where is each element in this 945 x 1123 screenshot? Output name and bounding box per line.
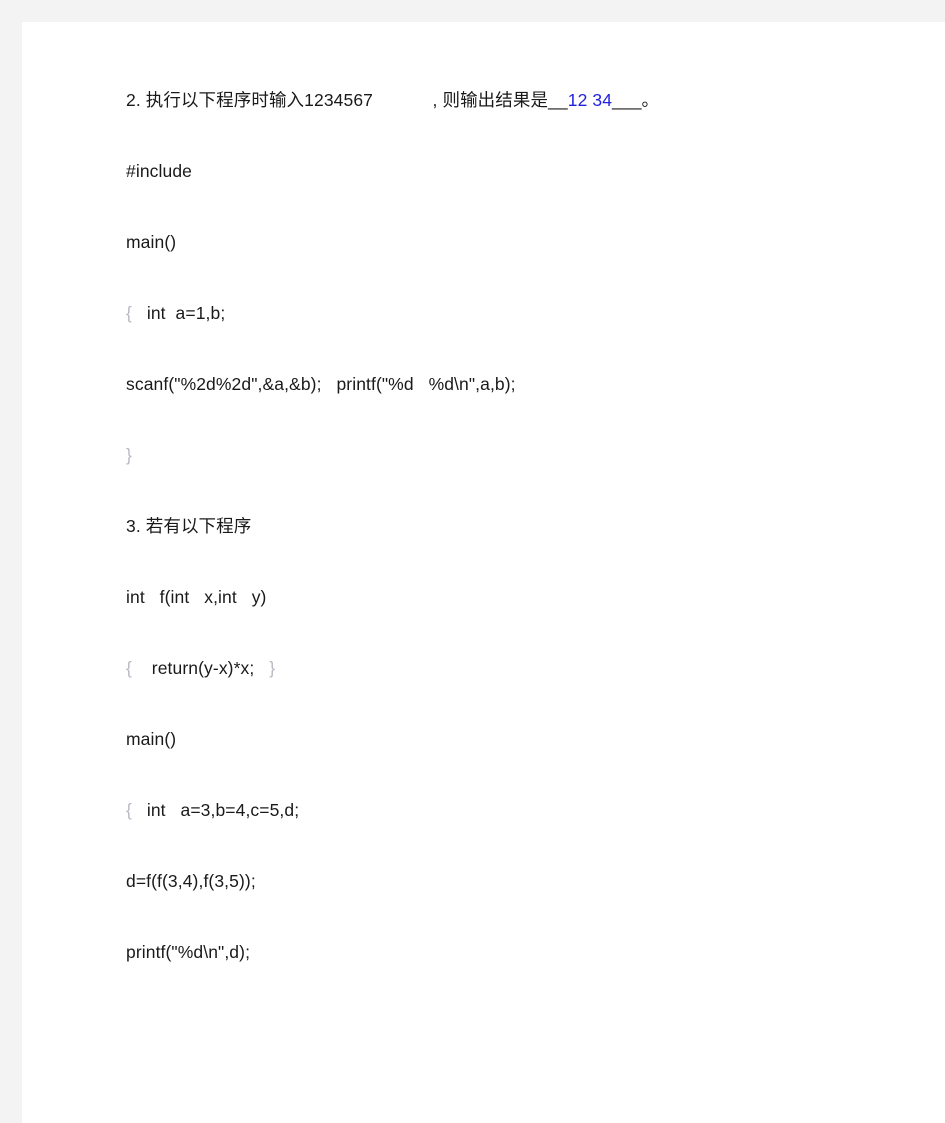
brace-glyph: }: [126, 445, 132, 465]
document-page-sheet: 2. 执行以下程序时输入1234567 , 则输出结果是__12 34___。 …: [22, 22, 945, 1123]
code-line: main(): [126, 232, 926, 305]
code-text: printf("%d\n",d);: [126, 942, 251, 962]
question-3-title: 若有以下程序: [140, 516, 252, 536]
question-3-number: 3.: [126, 516, 141, 536]
question-2-prompt: 2. 执行以下程序时输入1234567 , 则输出结果是__12 34___。: [126, 90, 926, 163]
question-2-prompt-after: , 则输出结果是: [432, 90, 549, 110]
brace-glyph-end: }: [269, 658, 276, 678]
code-line: scanf("%2d%2d",&a,&b); printf("%d %d\n",…: [126, 374, 926, 447]
code-line: main(): [126, 729, 926, 802]
code-line: { int a=3,b=4,c=5,d;: [126, 800, 926, 873]
document-body: 2. 执行以下程序时输入1234567 , 则输出结果是__12 34___。 …: [126, 90, 926, 1015]
question-2-prompt-before: 执行以下程序时输入1234567: [140, 90, 373, 110]
code-text: main(): [126, 729, 177, 749]
code-line: d=f(f(3,4),f(3,5));: [126, 871, 926, 944]
code-text: d=f(f(3,4),f(3,5));: [126, 871, 256, 891]
question-3-prompt: 3. 若有以下程序: [126, 516, 926, 589]
code-line: { int a=1,b;: [126, 303, 926, 376]
answer-blank-prefix: __: [548, 90, 568, 110]
question-2-prompt-gap: [373, 90, 433, 110]
question-2-answer: 12 34: [567, 90, 613, 110]
code-text: int a=3,b=4,c=5,d;: [131, 800, 300, 820]
code-text: int a=1,b;: [131, 303, 226, 323]
code-line: { return(y-x)*x; }: [126, 658, 926, 731]
code-text: int f(int x,int y): [126, 587, 267, 607]
code-line: }: [126, 445, 926, 518]
code-text: main(): [126, 232, 177, 252]
code-line: #include: [126, 161, 926, 234]
code-line: int f(int x,int y): [126, 587, 926, 660]
code-text: #include: [126, 161, 192, 181]
answer-blank-suffix: ___: [612, 90, 642, 110]
question-2-trailing-punctuation: 。: [641, 90, 660, 110]
code-line: printf("%d\n",d);: [126, 942, 926, 1015]
code-text: return(y-x)*x;: [131, 658, 270, 678]
question-2-number: 2.: [126, 90, 141, 110]
code-text: scanf("%2d%2d",&a,&b); printf("%d %d\n",…: [126, 374, 516, 394]
